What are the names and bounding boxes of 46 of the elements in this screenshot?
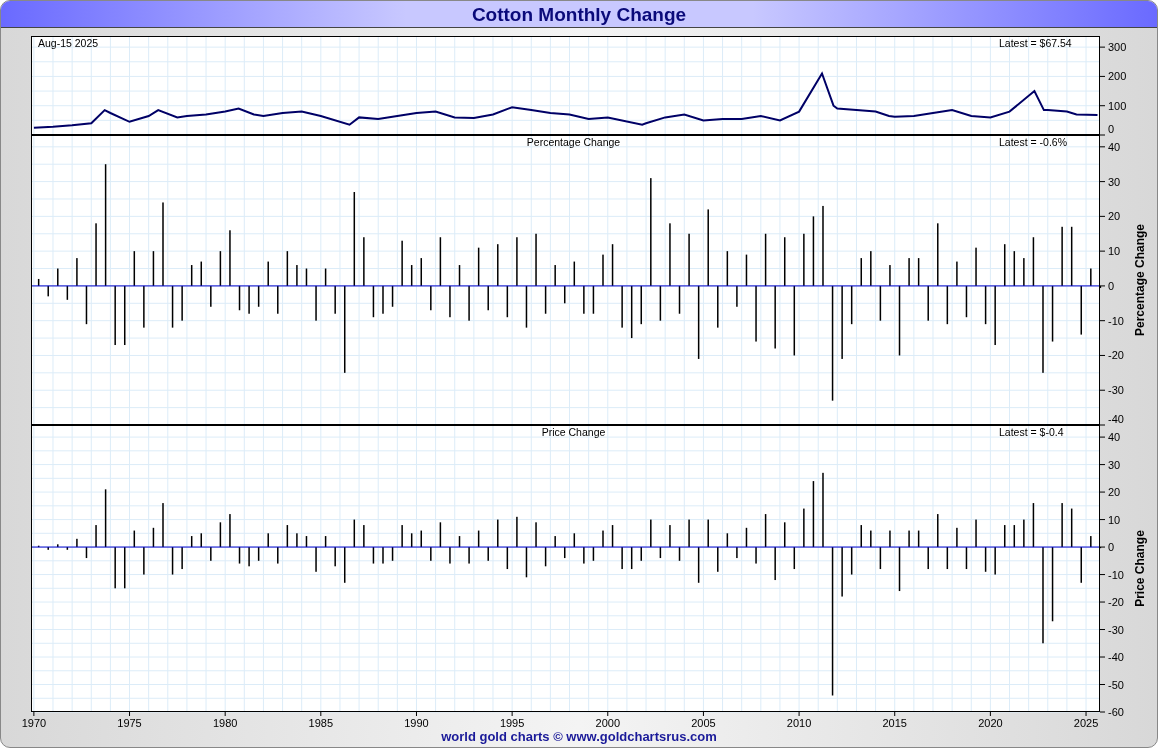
- axis-tick-label: -10: [1108, 568, 1124, 581]
- axis-tick-label: 1985: [308, 717, 334, 729]
- footer-credit: world gold charts © www.goldchartsrus.com: [441, 730, 717, 744]
- axis-tick-label: 30: [1108, 175, 1121, 188]
- axis-tick-label: 100: [1108, 99, 1127, 112]
- latest-value: Latest = -0.6%: [999, 136, 1067, 148]
- axis-tick-label: -40: [1108, 413, 1124, 425]
- axis-tick-label: -40: [1108, 651, 1124, 663]
- window-title: Cotton Monthly Change: [1, 1, 1157, 28]
- axis-tick-label: -60: [1108, 706, 1124, 718]
- axis-tick-label: 2010: [786, 717, 812, 729]
- axis-tick-label: 10: [1108, 245, 1121, 258]
- axis-tick-label: -30: [1108, 623, 1124, 636]
- axis-tick-label: 20: [1108, 486, 1121, 499]
- axis-tick-label: 0: [1108, 541, 1115, 554]
- axis-tick-label: -10: [1108, 314, 1124, 327]
- latest-value: Latest = $67.54: [999, 37, 1072, 49]
- panel-title: Percentage Change: [526, 136, 621, 148]
- axis-tick-label: 2015: [882, 717, 907, 729]
- axis-tick-label: 0: [1108, 279, 1115, 292]
- axis-title: Percentage Change: [1133, 224, 1147, 336]
- axis-tick-label: 40: [1108, 431, 1121, 444]
- axis-tick-label: 0: [1108, 123, 1115, 135]
- axis-tick-label: -30: [1108, 384, 1124, 397]
- axis-tick-label: 2000: [595, 717, 620, 729]
- axis-tick-label: 1990: [404, 717, 429, 729]
- axis-title: Price Change: [1133, 530, 1147, 607]
- axis-tick-label: 2025: [1073, 717, 1099, 729]
- axis-tick-label: 2005: [691, 717, 716, 729]
- panel-title: Price Change: [541, 426, 606, 438]
- axis-tick-label: 1995: [499, 717, 525, 729]
- axis-tick-label: 200: [1108, 70, 1127, 83]
- axis-tick-label: 1980: [212, 717, 238, 729]
- axis-tick-label: 300: [1108, 41, 1127, 54]
- axis-tick-label: -50: [1108, 678, 1124, 691]
- axis-tick-label: 10: [1108, 513, 1121, 526]
- axis-tick-label: 1970: [21, 717, 47, 729]
- latest-value: Latest = $-0.4: [999, 426, 1064, 438]
- date-label: Aug-15 2025: [38, 37, 99, 49]
- axis-tick-label: 2020: [978, 717, 1003, 729]
- axis-tick-label: 30: [1108, 458, 1121, 471]
- axis-tick-label: -20: [1108, 349, 1124, 362]
- axis-tick-label: 20: [1108, 210, 1121, 223]
- axis-tick-label: -20: [1108, 596, 1124, 609]
- axis-tick-label: 40: [1108, 140, 1121, 153]
- axis-tick-label: 1975: [117, 717, 142, 729]
